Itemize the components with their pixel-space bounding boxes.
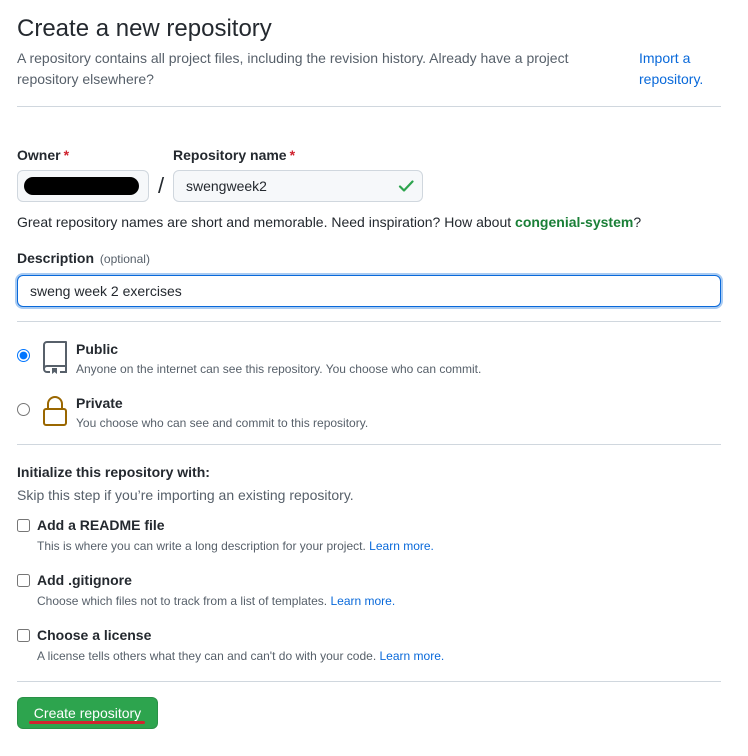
description-label-text: Description: [17, 250, 95, 266]
hint-text: Great repository names are short and mem…: [17, 214, 516, 230]
init-option-readme[interactable]: Add a README file This is where you can …: [17, 516, 721, 555]
owner-label: Owner *: [17, 145, 149, 165]
repo-name-label: Repository name *: [173, 145, 423, 165]
readme-subtitle-text: This is where you can write a long descr…: [37, 539, 366, 553]
new-repository-page: Create a new repository A repository con…: [0, 0, 748, 756]
private-text: Private You choose who can see and commi…: [76, 394, 368, 432]
gitignore-text: Add .gitignore Choose which files not to…: [37, 571, 395, 610]
divider: [17, 321, 721, 322]
gitignore-title: Add .gitignore: [37, 572, 132, 588]
check-icon: [398, 180, 414, 192]
lock-icon: [43, 396, 67, 426]
readme-checkbox[interactable]: [17, 519, 30, 532]
private-radio[interactable]: [17, 403, 30, 416]
license-subtitle-text: A license tells others what they can and…: [37, 649, 377, 663]
public-radio[interactable]: [17, 349, 30, 362]
required-mark: *: [63, 147, 70, 163]
description-label: Description (optional): [17, 248, 721, 269]
readme-subtitle: This is where you can write a long descr…: [37, 537, 434, 555]
readme-learn-more-link[interactable]: Learn more.: [369, 539, 434, 553]
visibility-option-private[interactable]: Private You choose who can see and commi…: [17, 394, 721, 448]
page-description: A repository contains all project files,…: [17, 50, 569, 87]
required-mark: *: [289, 147, 296, 163]
owner-repo-row: Owner * / Repository name *: [17, 145, 721, 202]
init-option-gitignore[interactable]: Add .gitignore Choose which files not to…: [17, 571, 721, 610]
public-title: Public: [76, 341, 119, 357]
page-subhead: A repository contains all project files,…: [17, 48, 721, 90]
public-subtitle: Anyone on the internet can see this repo…: [76, 362, 482, 376]
gitignore-subtitle-text: Choose which files not to track from a l…: [37, 594, 328, 608]
divider: [17, 106, 721, 107]
owner-repo-separator: /: [157, 173, 165, 198]
license-text: Choose a license A license tells others …: [37, 626, 444, 665]
license-learn-more-link[interactable]: Learn more.: [380, 649, 445, 663]
optional-tag: (optional): [99, 252, 150, 266]
init-option-license[interactable]: Choose a license A license tells others …: [17, 626, 721, 665]
annotation-underline: [29, 721, 145, 724]
owner-group: Owner *: [17, 145, 149, 202]
init-title: Initialize this repository with:: [17, 464, 210, 480]
visibility-option-public[interactable]: Public Anyone on the internet can see th…: [17, 340, 721, 394]
license-subtitle: A license tells others what they can and…: [37, 647, 444, 665]
readme-title: Add a README file: [37, 517, 165, 533]
readme-text: Add a README file This is where you can …: [37, 516, 434, 555]
public-text: Public Anyone on the internet can see th…: [76, 340, 481, 378]
repo-name-group: Repository name *: [173, 145, 423, 202]
repo-name-label-text: Repository name: [173, 147, 287, 163]
page-title: Create a new repository: [17, 15, 272, 42]
divider: [17, 681, 721, 682]
private-title: Private: [76, 395, 123, 411]
gitignore-checkbox[interactable]: [17, 574, 30, 587]
license-title: Choose a license: [37, 627, 152, 643]
description-input[interactable]: [17, 275, 721, 307]
repo-name-input[interactable]: [173, 170, 423, 202]
owner-redacted: [24, 177, 139, 195]
create-repository-button[interactable]: Create repository: [17, 697, 158, 729]
repo-book-icon: [43, 341, 67, 374]
owner-label-text: Owner: [17, 147, 61, 163]
private-subtitle: You choose who can see and commit to thi…: [76, 416, 369, 430]
import-repository-link[interactable]: Import a repository.: [639, 48, 721, 90]
owner-select[interactable]: [17, 170, 149, 202]
repo-name-wrapper: [173, 170, 423, 202]
create-repository-label: Create repository: [33, 705, 142, 721]
repo-name-hint: Great repository names are short and mem…: [17, 212, 721, 232]
init-subtitle: Skip this step if you’re importing an ex…: [17, 487, 354, 503]
gitignore-learn-more-link[interactable]: Learn more.: [330, 594, 395, 608]
name-suggestion-link[interactable]: congenial-system: [515, 214, 633, 230]
license-checkbox[interactable]: [17, 629, 30, 642]
gitignore-subtitle: Choose which files not to track from a l…: [37, 592, 395, 610]
hint-suffix: ?: [633, 214, 642, 230]
